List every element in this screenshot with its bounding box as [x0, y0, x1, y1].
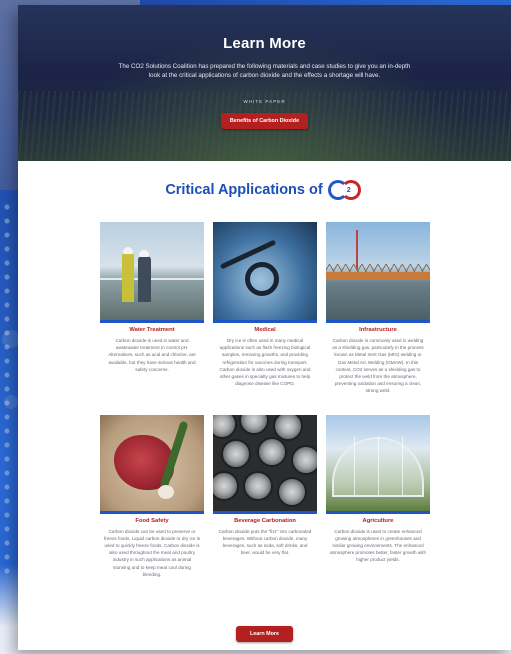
bridge-image	[326, 222, 430, 323]
hero-title: Learn More	[223, 35, 306, 52]
card-title: Water Treatment	[129, 327, 175, 333]
section-title: Critical Applications of 2	[18, 179, 511, 201]
application-card-food-safety: Food Safety Carbon dioxide can be used t…	[100, 414, 204, 578]
co2-logo: 2	[326, 179, 364, 201]
white-paper-label: WHITE PAPER	[243, 99, 286, 104]
application-card-medical: Medical Dry ice is often used in many me…	[213, 222, 317, 395]
card-title: Beverage Carbonation	[234, 517, 296, 524]
card-text: Carbon dioxide can be used to preserve o…	[104, 528, 201, 577]
card-text: Dry ice is often used in many medical ap…	[219, 338, 311, 387]
web-page: Learn More The CO2 Solutions Coalition h…	[18, 5, 511, 650]
card-title: Infrastructure	[359, 327, 397, 333]
steak-image	[100, 414, 204, 514]
application-card-agriculture: Agriculture Carbon dioxide is used to cr…	[326, 414, 430, 578]
greenhouse-image	[326, 414, 430, 514]
card-title: Agriculture	[362, 517, 394, 524]
application-card-water-treatment: Water Treatment Carbon dioxide is used i…	[100, 222, 204, 395]
background-bubble	[4, 395, 18, 409]
card-text: Carbon dioxide puts the “fizz” into carb…	[218, 528, 312, 556]
stethoscope-image	[213, 222, 317, 323]
card-title: Medical	[254, 327, 276, 333]
hero-description: The CO2 Solutions Coalition has prepared…	[118, 63, 411, 79]
card-text: Carbon dioxide is commonly used in weldi…	[332, 338, 424, 394]
learn-more-row: Learn More	[18, 622, 511, 642]
application-card-infrastructure: Infrastructure Carbon dioxide is commonl…	[326, 222, 430, 395]
learn-more-button[interactable]: Learn More	[235, 626, 294, 642]
section-title-text: Critical Applications of	[165, 182, 323, 198]
cans-image	[213, 414, 317, 514]
card-text: Carbon dioxide is used to create enhance…	[330, 528, 427, 563]
applications-grid: Water Treatment Carbon dioxide is used i…	[100, 222, 430, 578]
water-treatment-image	[100, 222, 204, 323]
white-paper-button[interactable]: Benefits of Carbon Dioxide	[220, 113, 309, 129]
application-card-beverage-carbonation: Beverage Carbonation Carbon dioxide puts…	[213, 414, 317, 578]
card-title: Food Safety	[135, 517, 169, 524]
card-text: Carbon dioxide is used in water and wast…	[108, 338, 196, 372]
hero-banner: Learn More The CO2 Solutions Coalition h…	[18, 5, 511, 161]
